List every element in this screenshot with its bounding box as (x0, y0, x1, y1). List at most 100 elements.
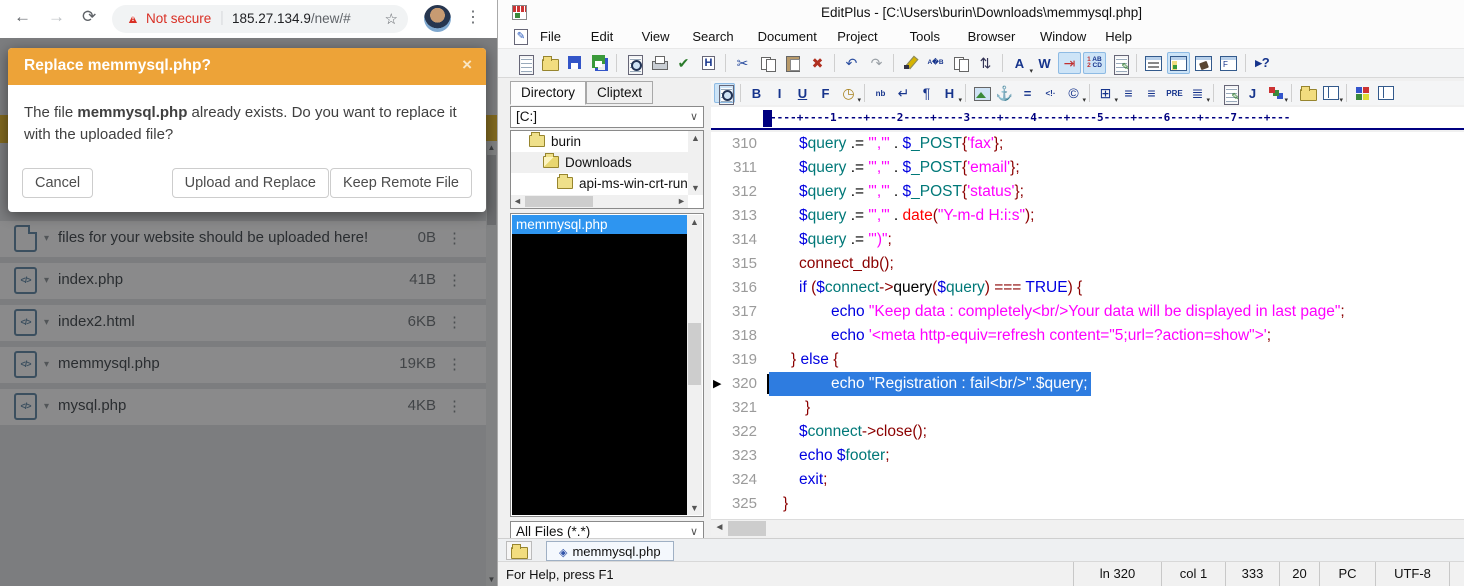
context-help-icon[interactable]: ▸? (1251, 52, 1274, 74)
menu-edit[interactable]: Edit (591, 29, 613, 44)
forward-icon[interactable]: → (48, 7, 65, 27)
code-line-322[interactable]: 322$connect->close(); (711, 420, 1464, 444)
menu-view[interactable]: View (642, 29, 670, 44)
spell-check-icon[interactable]: ✔ (672, 52, 695, 74)
menu-search[interactable]: Search (692, 29, 733, 44)
dialog-close-icon[interactable]: × (462, 55, 472, 75)
code-line-318[interactable]: 318echo '<meta http-equiv=refresh conten… (711, 324, 1464, 348)
syntax-highlight-icon[interactable] (1108, 52, 1131, 74)
hex-viewer-icon[interactable]: H (697, 52, 720, 74)
code-line-319[interactable]: 319} else { (711, 348, 1464, 372)
delete-icon[interactable]: ✖ (806, 52, 829, 74)
url-text[interactable]: 185.27.134.9/new/# (232, 11, 351, 26)
comment-icon[interactable]: <!· (1040, 83, 1061, 103)
code-editor[interactable]: 310$query .= "','" . $_POST{'fax'};311$q… (711, 132, 1464, 519)
heading-icon[interactable]: H▾ (939, 83, 960, 103)
code-line-320[interactable]: 320▶echo "Registration : fail<br/>".$que… (711, 372, 1464, 396)
font-size-icon[interactable]: A▾ (1008, 52, 1031, 74)
scroll-thumb[interactable] (728, 521, 766, 536)
keep-remote-file-button[interactable]: Keep Remote File (330, 168, 472, 198)
code-line-321[interactable]: 321} (711, 396, 1464, 420)
file-list[interactable]: memmysql.php ▲ ▼ (510, 213, 704, 517)
nbsp-icon[interactable]: nb (870, 83, 891, 103)
window-arrange-icon[interactable]: ▾ (1320, 83, 1341, 103)
profile-avatar[interactable] (424, 5, 451, 32)
function-list-icon[interactable]: F (1217, 52, 1240, 74)
save-icon[interactable] (563, 52, 586, 74)
tree-item-api-ms-win-crt-runtim[interactable]: api-ms-win-crt-runtim (511, 173, 688, 194)
drive-select[interactable]: [C:]∨ (510, 106, 704, 128)
tab-directory[interactable]: Directory (510, 81, 586, 105)
tree-item-downloads[interactable]: Downloads (511, 152, 688, 173)
paragraph-icon[interactable]: ¶ (916, 83, 937, 103)
time-stamp-icon[interactable]: ◷▾ (838, 83, 859, 103)
code-line-314[interactable]: 314$query .= "')"; (711, 228, 1464, 252)
print-icon[interactable] (647, 52, 670, 74)
code-line-313[interactable]: 313$query .= "','" . date("Y-m-d H:i:s")… (711, 204, 1464, 228)
underline-icon[interactable]: U (792, 83, 813, 103)
code-line-315[interactable]: 315connect_db(); (711, 252, 1464, 276)
tree-vscrollbar[interactable]: ▲▼ (688, 131, 703, 195)
folder-button[interactable] (506, 541, 532, 560)
code-line-317[interactable]: 317echo "Keep data : completely<br/>Your… (711, 300, 1464, 324)
hr-icon[interactable]: = (1017, 83, 1038, 103)
color-squares-icon[interactable] (1352, 83, 1373, 103)
code-line-325[interactable]: 325} (711, 492, 1464, 516)
script-tag-icon[interactable] (1219, 83, 1240, 103)
find-replace-icon[interactable]: A�B (924, 52, 947, 74)
code-line-323[interactable]: 323echo $footer; (711, 444, 1464, 468)
table-icon[interactable]: ⊞▾ (1095, 83, 1116, 103)
copyright-icon[interactable]: ©▾ (1063, 83, 1084, 103)
tree-hscrollbar[interactable]: ◄► (511, 195, 688, 208)
bookmark-star-icon[interactable]: ☆ (385, 10, 398, 28)
filelist-scrollbar[interactable]: ▲ ▼ (687, 215, 702, 515)
highlight-marker-icon[interactable] (899, 52, 922, 74)
scroll-left-icon[interactable]: ◄ (711, 520, 728, 537)
output-window-icon[interactable] (1192, 52, 1215, 74)
menu-window[interactable]: Window (1040, 29, 1086, 44)
redo-icon[interactable]: ↷ (865, 52, 888, 74)
list-tag-icon[interactable]: ≣▾ (1187, 83, 1208, 103)
frames-icon[interactable] (1375, 83, 1396, 103)
align-right-icon[interactable]: ≡ (1141, 83, 1162, 103)
line-break-icon[interactable]: ↵ (893, 83, 914, 103)
save-all-icon[interactable] (588, 52, 611, 74)
document-tab[interactable]: ◈memmysql.php (546, 541, 674, 561)
cancel-button[interactable]: Cancel (22, 168, 93, 198)
paste-icon[interactable] (781, 52, 804, 74)
upload-and-replace-button[interactable]: Upload and Replace (172, 168, 329, 198)
anchor-icon[interactable]: ⚓ (994, 83, 1015, 103)
code-line-312[interactable]: 312$query .= "','" . $_POST{'status'}; (711, 180, 1464, 204)
new-file-icon[interactable] (513, 52, 536, 74)
javascript-icon[interactable]: J (1242, 83, 1263, 103)
editor-hscrollbar[interactable]: ◄ (711, 519, 1464, 536)
font-tag-icon[interactable]: F (815, 83, 836, 103)
duplicate-line-icon[interactable] (949, 52, 972, 74)
open-file-icon[interactable] (538, 52, 561, 74)
code-line-316[interactable]: 316if ($connect->query($query) === TRUE)… (711, 276, 1464, 300)
not-secure-label[interactable]: Not secure (146, 11, 211, 26)
document-menu-icon[interactable]: ✎ (514, 29, 528, 45)
tree-item-burin[interactable]: burin (511, 131, 688, 152)
reload-icon[interactable]: ⟳ (82, 7, 96, 27)
document-list-icon[interactable] (1142, 52, 1165, 74)
indent-guides-icon[interactable]: ⇥ (1058, 52, 1081, 74)
menu-file[interactable]: File (540, 29, 561, 44)
copy-icon[interactable] (756, 52, 779, 74)
menu-browser[interactable]: Browser (968, 29, 1016, 44)
address-bar[interactable]: ▲! Not secure | 185.27.134.9/new/# ☆ (112, 5, 408, 33)
menu-document[interactable]: Document (758, 29, 817, 44)
word-wrap-icon[interactable]: W (1033, 52, 1056, 74)
code-line-311[interactable]: 311$query .= "','" . $_POST{'email'}; (711, 156, 1464, 180)
menu-tools[interactable]: Tools (910, 29, 940, 44)
browser-preview-icon[interactable] (714, 83, 735, 103)
bold-icon[interactable]: B (746, 83, 767, 103)
sort-lines-icon[interactable]: ⇅ (974, 52, 997, 74)
tab-cliptext[interactable]: Cliptext (586, 81, 653, 104)
cut-icon[interactable]: ✂ (731, 52, 754, 74)
folder-icon[interactable] (1297, 83, 1318, 103)
menu-project[interactable]: Project (837, 29, 877, 44)
print-preview-icon[interactable] (622, 52, 645, 74)
line-numbers-icon[interactable]: 1 AB 2 CD (1083, 52, 1106, 74)
back-icon[interactable]: ← (14, 7, 31, 27)
